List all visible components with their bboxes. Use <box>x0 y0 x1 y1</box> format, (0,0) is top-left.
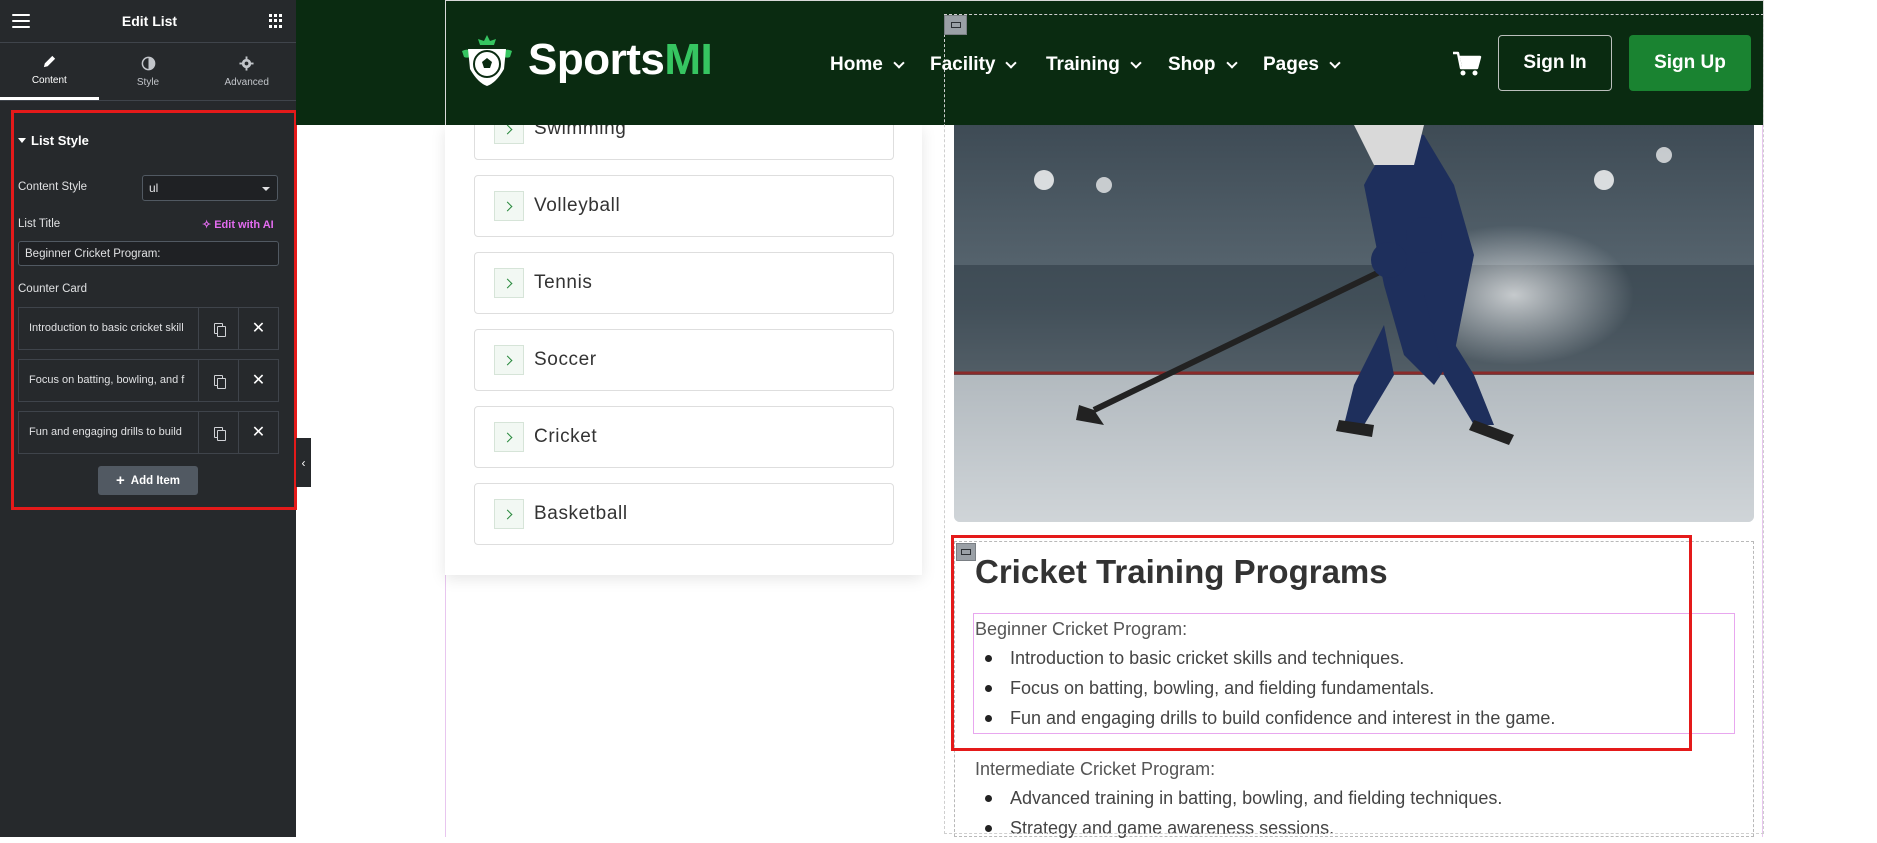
close-icon: ✕ <box>251 319 266 337</box>
chevron-right-icon <box>494 422 524 452</box>
edit-with-ai-label: Edit with AI <box>214 218 274 231</box>
copy-icon <box>213 426 226 441</box>
repeater-item: Focus on batting, bowling, and f ✕ <box>18 359 279 402</box>
tab-advanced-label: Advanced <box>224 76 269 88</box>
tab-style-label: Style <box>136 76 160 88</box>
collapse-panel-button[interactable]: ‹ <box>296 438 311 487</box>
logo-wordmark: SportsMI <box>528 35 713 84</box>
nav-shop[interactable]: Shop <box>1168 54 1238 76</box>
cart-icon[interactable] <box>1452 51 1482 82</box>
remove-button[interactable]: ✕ <box>238 308 278 349</box>
content-style-select[interactable]: ul <box>142 175 278 201</box>
tab-style[interactable]: Style <box>99 43 198 100</box>
repeater-item-title[interactable]: Focus on batting, bowling, and f <box>19 360 198 401</box>
repeater-item: Introduction to basic cricket skill ✕ <box>18 307 279 350</box>
sport-label: Soccer <box>534 349 597 370</box>
add-item-label: Add Item <box>130 474 180 487</box>
chevron-down-icon <box>1005 57 1018 69</box>
editor-panel: Edit List Content Style Advanced List St… <box>0 0 297 837</box>
nav-home[interactable]: Home <box>830 54 905 76</box>
duplicate-button[interactable] <box>198 412 238 453</box>
edit-column-handle[interactable] <box>944 15 967 35</box>
sign-in-button[interactable]: Sign In <box>1498 35 1612 91</box>
hamburger-menu-icon[interactable] <box>12 14 30 28</box>
close-icon: ✕ <box>251 371 266 389</box>
site-logo[interactable]: SportsMI <box>456 31 713 89</box>
tab-content-label: Content <box>31 75 67 86</box>
list-title-label: List Title <box>18 218 61 230</box>
section-title: List Style <box>31 133 89 148</box>
sport-item-basketball[interactable]: Basketball <box>474 483 894 545</box>
repeater-item-title[interactable]: Introduction to basic cricket skill <box>19 308 198 349</box>
pencil-icon <box>43 55 55 68</box>
remove-button[interactable]: ✕ <box>238 360 278 401</box>
content-style-value: ul <box>149 181 159 195</box>
add-item-button[interactable]: + Add Item <box>98 466 198 495</box>
remove-button[interactable]: ✕ <box>238 412 278 453</box>
panel-tabs: Content Style Advanced <box>0 43 296 101</box>
close-icon: ✕ <box>251 423 266 441</box>
panel-title: Edit List <box>121 13 178 29</box>
counter-card-label: Counter Card <box>18 283 88 295</box>
chevron-down-icon <box>262 187 270 191</box>
chevron-left-icon: ‹ <box>301 455 306 470</box>
content-style-label: Content Style <box>18 181 88 193</box>
copy-icon <box>213 322 226 337</box>
column-outline <box>944 14 1764 834</box>
gear-icon <box>239 55 254 71</box>
plus-icon: + <box>116 472 125 489</box>
sign-up-button[interactable]: Sign Up <box>1629 35 1751 91</box>
sport-item-tennis[interactable]: Tennis <box>474 252 894 314</box>
tab-advanced[interactable]: Advanced <box>197 43 296 100</box>
sport-item-soccer[interactable]: Soccer <box>474 329 894 391</box>
chevron-down-icon <box>1225 57 1238 69</box>
repeater-item-title[interactable]: Fun and engaging drills to build <box>19 412 198 453</box>
copy-icon <box>213 374 226 389</box>
half-circle-icon <box>141 56 155 70</box>
chevron-right-icon <box>494 499 524 529</box>
sport-label: Basketball <box>534 503 628 524</box>
nav-facility[interactable]: Facility <box>930 54 1018 76</box>
nav-training[interactable]: Training <box>1046 54 1142 76</box>
list-title-input[interactable] <box>18 241 279 266</box>
sport-label: Tennis <box>534 272 593 293</box>
sparkle-icon: ✧ <box>202 219 212 231</box>
repeater-item: Fun and engaging drills to build ✕ <box>18 411 279 454</box>
panel-header: Edit List <box>0 0 296 43</box>
chevron-down-icon <box>893 57 905 69</box>
sport-item-cricket[interactable]: Cricket <box>474 406 894 468</box>
chevron-down-icon <box>1329 57 1341 69</box>
sport-item-volleyball[interactable]: Volleyball <box>474 175 894 237</box>
chevron-right-icon <box>494 345 524 375</box>
chevron-right-icon <box>494 268 524 298</box>
section-toggle[interactable]: List Style <box>18 133 89 148</box>
duplicate-button[interactable] <box>198 308 238 349</box>
sport-label: Cricket <box>534 426 598 447</box>
soccer-ball-logo-icon <box>462 35 512 86</box>
caret-down-icon <box>18 138 26 143</box>
widgets-grid-icon[interactable] <box>268 13 284 29</box>
list-style-section: List Style Content Style ul List Title ✧… <box>11 110 297 510</box>
chevron-down-icon <box>1130 57 1142 69</box>
edit-with-ai-button[interactable]: ✧ Edit with AI <box>202 218 274 232</box>
sport-label: Volleyball <box>534 195 621 216</box>
tab-content[interactable]: Content <box>0 43 99 100</box>
duplicate-button[interactable] <box>198 360 238 401</box>
chevron-right-icon <box>494 191 524 221</box>
nav-pages[interactable]: Pages <box>1263 54 1341 76</box>
